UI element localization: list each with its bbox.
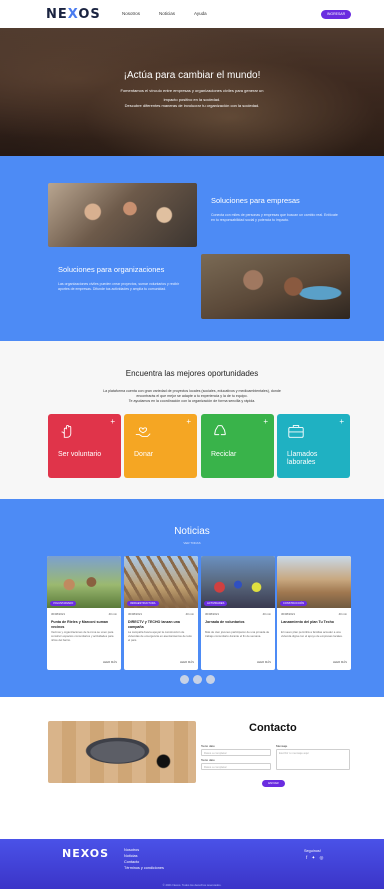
news-date: 30/08/2021	[51, 612, 65, 616]
news-summary: La campaña busca apoyar la construcción …	[128, 630, 192, 642]
recycle-icon	[214, 425, 226, 436]
news-card[interactable]: INFRAESTRUCTURA 30/08/2021 40 min DIRECT…	[124, 556, 198, 670]
news-section: Noticias VER TODAS VOLUNTARIADO 30/08/20…	[0, 499, 384, 697]
organizations-photo	[201, 254, 350, 319]
organizations-title: Soluciones para organizaciones	[58, 265, 165, 274]
contact-section: Contacto Texto dato Datos a completar Te…	[0, 697, 384, 839]
news-category-badge: INFRAESTRUCTURA	[127, 601, 159, 606]
card-volunteer[interactable]: + Ser voluntario	[48, 414, 121, 478]
contact-photo	[48, 721, 196, 783]
news-category-badge: VOLUNTARIADO	[50, 601, 77, 606]
hero-banner: ¡Actúa para cambiar el mundo! Fomentamos…	[0, 28, 384, 156]
news-category-badge: ACTIVIDADES	[204, 601, 228, 606]
plus-icon: +	[263, 417, 268, 426]
carousel-dot-3[interactable]	[206, 675, 215, 684]
news-summary: El nuevo plan permitirá a familias acced…	[281, 630, 343, 638]
news-headline: Lanzamiento del plan Tu Techo	[281, 620, 334, 624]
email-field-label: Texto dato	[201, 758, 215, 762]
news-read-more-link[interactable]: LEER MÁS	[180, 660, 194, 664]
carousel-dot-2[interactable]	[193, 675, 202, 684]
card-job-calls-label: Llamados laborales	[287, 451, 318, 466]
footer-link-noticias[interactable]: Noticias	[124, 854, 138, 858]
news-category-badge: CONSTRUCCIÓN	[280, 601, 308, 606]
briefcase-icon	[288, 425, 304, 438]
solutions-section: Soluciones para empresas Conecta con mil…	[0, 156, 384, 341]
opportunities-title: Encuentra las mejores oportunidades	[125, 369, 259, 378]
news-card[interactable]: VOLUNTARIADO 30/08/2021 40 min Punta de …	[47, 556, 121, 670]
social-icons[interactable]: f ✦ ◎	[306, 855, 325, 861]
nexos-logo[interactable]: NEXOS	[46, 7, 101, 22]
nav-link-ayuda[interactable]: Ayuda	[194, 11, 207, 16]
hand-icon	[61, 424, 72, 438]
companies-photo	[48, 183, 197, 247]
footer-link-nosotros[interactable]: Nosotros	[124, 848, 139, 852]
donate-heart-icon	[135, 427, 151, 437]
card-donate-label: Donar	[134, 451, 154, 458]
send-button[interactable]: ENVIAR	[262, 780, 285, 787]
news-summary: Vecinos y organizaciones de la zona se u…	[51, 630, 114, 642]
news-read-time: 40 min	[338, 612, 347, 616]
top-navbar: NEXOS Nosotros Noticias Ayuda INGRESAR	[0, 0, 384, 28]
plus-icon: +	[186, 417, 191, 426]
message-textarea[interactable]: Escribir tu mensaje aquí	[276, 749, 350, 770]
organizations-text: Las organizaciones civiles pueden crear …	[58, 282, 180, 291]
name-field-label: Texto dato	[201, 744, 215, 748]
news-read-more-link[interactable]: LEER MÁS	[103, 660, 117, 664]
news-read-time: 40 min	[262, 612, 271, 616]
hero-text-line3: Descubre diferentes maneras de involucra…	[124, 103, 260, 108]
plus-icon: +	[339, 417, 344, 426]
news-read-time: 40 min	[185, 612, 194, 616]
opportunities-section: Encuentra las mejores oportunidades La p…	[0, 341, 384, 499]
hero-text-line1: Fomentamos el vínculo entre empresas y o…	[120, 88, 264, 93]
news-read-time: 40 min	[108, 612, 117, 616]
news-headline: Punta de Rieles y Marconi suman vecinos	[51, 620, 109, 629]
email-input[interactable]: Datos a completar	[201, 763, 271, 770]
news-date: 30/08/2021	[205, 612, 219, 616]
login-button[interactable]: INGRESAR	[321, 10, 351, 19]
nav-link-nosotros[interactable]: Nosotros	[122, 11, 140, 16]
logo-accent-letter: X	[67, 7, 79, 22]
message-field-label: Mensaje	[276, 744, 288, 748]
card-donate[interactable]: + Donar	[124, 414, 197, 478]
carousel-dot-1[interactable]	[180, 675, 189, 684]
card-volunteer-label: Ser voluntario	[58, 451, 102, 458]
news-read-more-link[interactable]: LEER MÁS	[333, 660, 347, 664]
news-headline: DIRECTV y TECHO lanzan una campaña	[128, 620, 180, 629]
companies-text: Conecta con miles de personas y empresas…	[211, 213, 338, 222]
copyright-text: © 2021 Nexos. Todos los derechos reserva…	[162, 883, 222, 887]
plus-icon: +	[110, 417, 115, 426]
companies-title: Soluciones para empresas	[211, 196, 300, 205]
news-summary: Más de cien jóvenes participaron de una …	[205, 630, 270, 638]
card-recycle[interactable]: + Reciclar	[201, 414, 274, 478]
news-title: Noticias	[174, 526, 210, 537]
news-view-all-link[interactable]: VER TODAS	[0, 541, 384, 545]
news-card[interactable]: CONSTRUCCIÓN 30/08/2021 40 min Lanzamien…	[277, 556, 351, 670]
news-date: 30/08/2021	[281, 612, 295, 616]
card-job-calls[interactable]: + Llamados laborales	[277, 414, 350, 478]
news-date: 30/08/2021	[128, 612, 142, 616]
name-input[interactable]: Datos a completar	[201, 749, 271, 756]
news-read-more-link[interactable]: LEER MÁS	[257, 660, 271, 664]
social-title: Seguinos!	[304, 849, 321, 853]
news-card[interactable]: ACTIVIDADES 30/08/2021 40 min Jornada de…	[201, 556, 275, 670]
hero-title: ¡Actúa para cambiar el mundo!	[123, 70, 261, 81]
contact-title: Contacto	[249, 722, 297, 734]
news-headline: Jornada de voluntarios	[205, 620, 245, 624]
footer: NEXOS Nosotros Noticias Contacto Término…	[0, 839, 384, 889]
footer-link-terms[interactable]: Términos y condiciones	[124, 866, 164, 870]
footer-link-contacto[interactable]: Contacto	[124, 860, 139, 864]
card-recycle-label: Reciclar	[211, 451, 237, 458]
footer-logo[interactable]: NEXOS	[62, 847, 109, 860]
opportunities-text-line3: Te ayudamos en la coordinación con la or…	[128, 399, 256, 403]
nav-link-noticias[interactable]: Noticias	[159, 11, 175, 16]
